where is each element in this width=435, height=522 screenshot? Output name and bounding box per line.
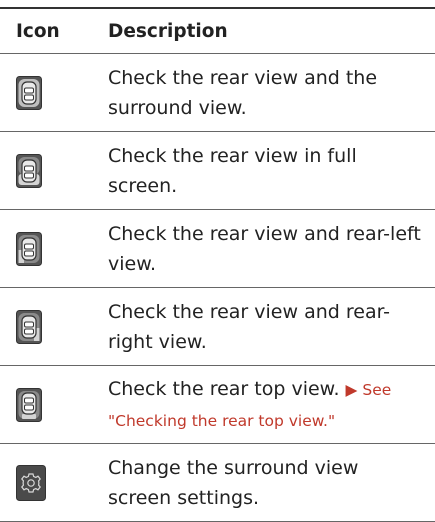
row-description: Check the rear view and rear-right view. xyxy=(108,300,391,353)
rear-full-screen-view-icon xyxy=(16,153,42,188)
table-row: Check the rear view and rear-left view. xyxy=(0,210,435,288)
row-description: Check the rear view in full screen. xyxy=(108,144,357,197)
header-icon: Icon xyxy=(16,20,60,42)
row-description: Check the rear view and the surround vie… xyxy=(108,66,378,119)
rear-top-view-icon xyxy=(16,387,42,422)
table-row: Check the rear view and the surround vie… xyxy=(0,54,435,132)
table-header-row: Icon Description xyxy=(0,9,435,54)
settings-gear-icon xyxy=(16,464,46,501)
row-description: Change the surround view screen settings… xyxy=(108,456,359,509)
row-description-text: Check the rear top view. xyxy=(108,377,346,400)
icon-description-table: Icon Description Check the rear view and… xyxy=(0,7,435,522)
table-row: Check the rear view and rear-right view. xyxy=(0,288,435,366)
rear-surround-view-icon xyxy=(16,75,42,110)
row-description: Check the rear top view. ▶ See "Checking… xyxy=(108,374,435,436)
rear-right-view-icon xyxy=(16,309,42,344)
header-description: Description xyxy=(108,20,228,42)
row-description: Check the rear view and rear-left view. xyxy=(108,222,421,275)
table-row: Change the surround view screen settings… xyxy=(0,444,435,522)
table-row: Check the rear top view. ▶ See "Checking… xyxy=(0,366,435,444)
table-row: Check the rear view in full screen. xyxy=(0,132,435,210)
rear-left-view-icon xyxy=(16,231,42,266)
